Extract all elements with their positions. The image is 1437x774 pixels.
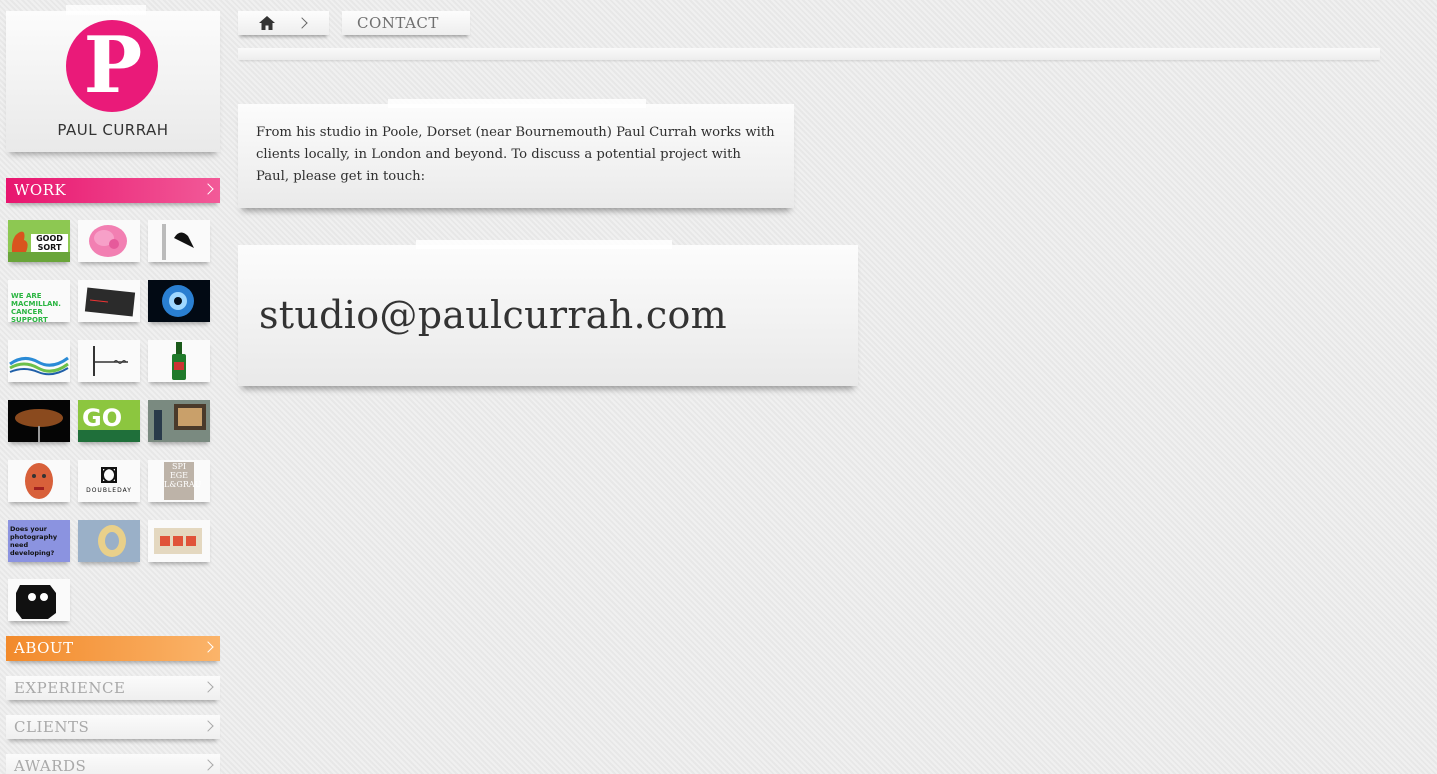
iris-icon [148,280,210,322]
sausage-icon [8,400,70,442]
tape-roll-icon [78,520,140,562]
thumb-label: GOOD SORT [31,234,68,252]
nav-awards-label: AWARDS [14,757,87,774]
nav-awards[interactable]: AWARDS [6,754,220,774]
tiles-icon [154,528,202,554]
project-thumb-tiles[interactable] [148,520,210,562]
logo-card[interactable]: P PAUL CURRAH [6,5,220,152]
intro-card: From his studio in Poole, Dorset (near B… [238,99,794,208]
thumb-label: SPI EGE L&GRAU [164,462,201,500]
bottle-icon [172,342,186,380]
project-thumb-macmillan[interactable]: WE ARE MACMILLAN. CANCER SUPPORT [8,280,70,322]
project-thumb-corkscrew[interactable] [78,340,140,382]
home-icon [259,16,275,30]
thumb-label: DOUBLEDAY [86,487,132,494]
nav-clients[interactable]: CLIENTS [6,715,220,739]
nav-work-label: WORK [14,181,67,199]
site-name: PAUL CURRAH [57,121,169,139]
chevron-right-icon [202,681,214,693]
project-thumb-character[interactable] [8,579,70,621]
project-thumb-go[interactable]: GO [78,400,140,442]
logo-icon: P [66,20,158,112]
gallery-icon [148,400,210,442]
nav-work[interactable]: WORK [6,178,220,203]
nav-about-label: ABOUT [14,639,74,657]
project-thumb-bottle[interactable] [148,340,210,382]
breadcrumb-current: CONTACT [342,11,470,35]
logo-letter: P [83,20,143,111]
nav-experience-label: EXPERIENCE [14,679,126,697]
chevron-right-icon [296,17,308,29]
project-thumb-spiegel[interactable]: SPI EGE L&GRAU [148,460,210,502]
project-thumb-sausage[interactable] [8,400,70,442]
face-icon [25,463,53,499]
brain-icon [89,225,127,257]
project-thumb-face[interactable] [8,460,70,502]
character-icon [16,585,56,619]
breadcrumb-home[interactable] [238,11,329,35]
nav-experience[interactable]: EXPERIENCE [6,676,220,700]
chevron-right-icon [202,759,214,771]
chevron-right-icon [202,720,214,732]
project-thumb-gallery[interactable] [148,400,210,442]
project-thumb-bird[interactable] [148,220,210,262]
divider-strip [238,48,1380,60]
chevron-right-icon [202,183,214,195]
project-thumb-tape[interactable] [78,520,140,562]
project-thumb-photography[interactable]: Does your photography need developing? [8,520,70,562]
bird-icon [162,224,194,260]
intro-text: From his studio in Poole, Dorset (near B… [256,125,775,184]
project-thumb-wave[interactable] [8,340,70,382]
wave-icon [9,356,69,376]
doubleday-logo-icon [101,467,117,483]
project-thumb-card[interactable] [78,280,140,322]
corkscrew-icon [93,346,128,376]
thumb-label: Does your photography need developing? [10,525,58,557]
project-thumb-eye[interactable] [148,280,210,322]
thumb-label: GO [82,404,123,432]
project-thumb-brain[interactable] [78,220,140,262]
nav-clients-label: CLIENTS [14,718,90,736]
thumb-label: WE ARE MACMILLAN. CANCER SUPPORT [11,292,61,322]
email-card: studio@paulcurrah.com [238,240,858,386]
project-thumb-good-sort[interactable]: GOOD SORT [8,220,70,262]
project-thumb-doubleday[interactable]: DOUBLEDAY [78,460,140,502]
business-card-icon [84,287,136,317]
chevron-right-icon [202,641,214,653]
email-link[interactable]: studio@paulcurrah.com [259,293,727,337]
nav-about[interactable]: ABOUT [6,636,220,661]
